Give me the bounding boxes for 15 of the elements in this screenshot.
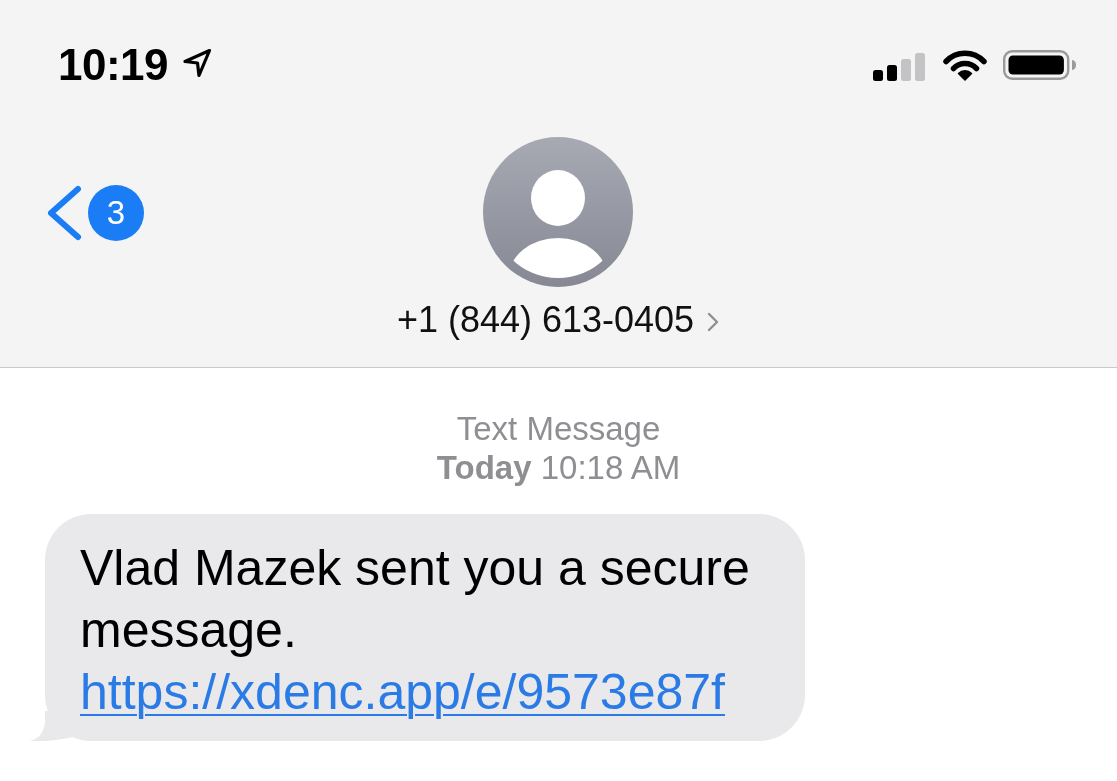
location-arrow-icon [182,48,213,78]
chevron-right-icon [706,311,721,333]
message-link[interactable]: https://xdenc.app/e/9573e87f [80,664,725,720]
status-time: 10:19 [58,40,169,90]
message-timestamp: Today 10:18 AM [436,448,681,487]
avatar-icon [483,137,634,287]
message-text: Vlad Mazek sent you a secure message. https://xdenc.app/e/9573e87f [80,539,751,722]
signal-icon [873,53,925,81]
contact-button[interactable]: +1 (844) 613-0405 [396,299,721,341]
unread-count-badge: 3 [88,185,144,241]
chevron-left-icon [45,185,83,241]
back-button[interactable]: 3 [45,185,144,241]
battery-icon [1003,50,1077,80]
wifi-icon [943,49,987,81]
service-label: Text Message [456,409,661,448]
